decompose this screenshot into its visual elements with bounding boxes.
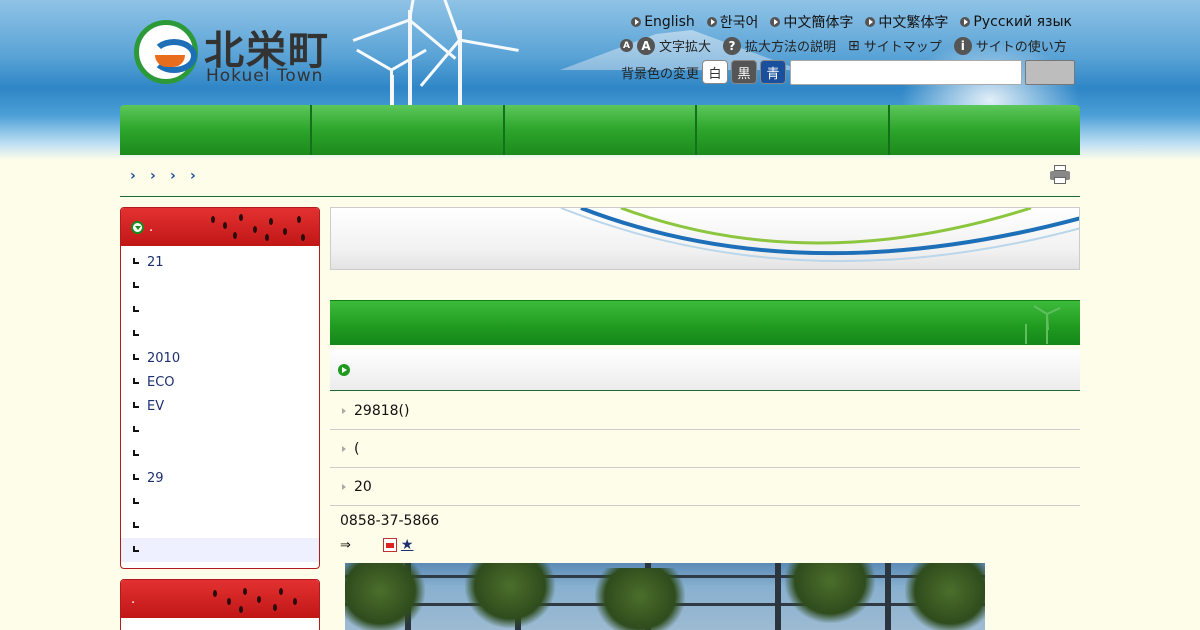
site-logo[interactable]: 北栄町 Hokuei Town (132, 18, 332, 88)
arrow-circle-icon (338, 364, 350, 376)
arrow-circle-icon (706, 17, 717, 27)
bullet-icon (133, 354, 139, 360)
bullet-icon (133, 474, 139, 480)
breadcrumb-item[interactable]: › (170, 168, 180, 184)
logo-english: Hokuei Town (206, 66, 324, 86)
bullet-icon (133, 330, 139, 336)
bullet-icon (133, 522, 139, 528)
search-button[interactable] (1025, 60, 1075, 85)
bg-black-button[interactable]: 黒 (731, 60, 758, 84)
nav-item[interactable] (120, 105, 313, 155)
print-icon[interactable] (1050, 165, 1070, 185)
greenhouse-photo (345, 563, 985, 630)
document-link-row: ⇒ ★ (340, 537, 413, 553)
divider (120, 196, 1080, 197)
sidebar-item[interactable]: EV (121, 394, 319, 418)
watermelon-seeds-decoration (209, 212, 309, 242)
sidebar-title: . (149, 220, 154, 235)
text-size-button[interactable]: A A 文字拡大 (620, 36, 711, 55)
chevron-down-icon (131, 221, 144, 234)
global-nav (120, 105, 1080, 155)
town-emblem-icon (134, 20, 198, 84)
sidebar-item[interactable]: 21 (121, 250, 319, 274)
page-title-bar (330, 300, 1080, 345)
sidebar-item[interactable] (121, 322, 319, 346)
sidebar-menu: . 21 2010 ECO EV 29 (120, 207, 320, 569)
sidebar-item[interactable] (121, 274, 319, 298)
how-to-use-link[interactable]: i サイトの使い方 (953, 36, 1067, 55)
large-a-icon: A (637, 36, 655, 55)
sidebar-item-active[interactable] (121, 538, 319, 562)
language-links: English 한국어 中文簡体字 中文繁体字 Русский язык (631, 12, 1072, 32)
nav-item[interactable] (505, 105, 698, 155)
arrow-circle-icon (770, 17, 781, 27)
document-link[interactable]: ★ (401, 537, 414, 553)
section-heading (330, 349, 1080, 391)
triangle-icon (342, 407, 346, 414)
bullet-icon (133, 378, 139, 384)
sidebar-item[interactable] (121, 418, 319, 442)
sitemap-icon: ⊞ (848, 37, 860, 54)
background-label: 背景色の変更 (621, 66, 700, 82)
bullet-icon (133, 450, 139, 456)
sidebar-item[interactable]: 29 (121, 466, 319, 490)
phone-number: 0858-37-5866 (340, 513, 440, 529)
triangle-icon (342, 445, 346, 452)
arrow-circle-icon (960, 17, 971, 27)
lang-russian[interactable]: Русский язык (960, 12, 1072, 32)
search-input[interactable] (790, 60, 1022, 85)
lang-korean[interactable]: 한국어 (706, 12, 758, 32)
sidebar-item[interactable] (121, 514, 319, 538)
bullet-icon (133, 258, 139, 264)
bullet-icon (133, 426, 139, 432)
sidebar-item[interactable]: 2010 (121, 346, 319, 370)
breadcrumb-item[interactable]: › (190, 168, 200, 184)
nav-item[interactable] (697, 105, 890, 155)
sidebar-list: 21 2010 ECO EV 29 (121, 246, 319, 566)
pdf-icon (382, 538, 397, 552)
news-item[interactable]: 29818() (330, 392, 1080, 430)
bg-blue-button[interactable]: 青 (760, 60, 787, 84)
small-a-icon: A (620, 39, 633, 52)
news-item[interactable]: 20 (330, 468, 1080, 506)
sitemap-link[interactable]: ⊞ サイトマップ (848, 36, 942, 56)
page-banner (330, 207, 1080, 270)
info-icon: i (953, 36, 972, 55)
how-to-enlarge-link[interactable]: ? 拡大方法の説明 (723, 36, 836, 55)
sidebar-item[interactable]: ECO (121, 370, 319, 394)
arrow-circle-icon (631, 17, 642, 27)
lang-chinese-traditional[interactable]: 中文繁体字 (865, 12, 948, 32)
triangle-icon (342, 483, 346, 490)
lang-chinese-simplified[interactable]: 中文簡体字 (770, 12, 853, 32)
arrow-text: ⇒ (340, 537, 351, 553)
lang-english[interactable]: English (631, 12, 695, 32)
bullet-icon (133, 402, 139, 408)
wind-turbine-icon (1025, 305, 1061, 344)
sidebar-item[interactable] (121, 490, 319, 514)
bullet-icon (133, 498, 139, 504)
sidebar-menu-2: . (120, 579, 320, 630)
bg-white-button[interactable]: 白 (702, 60, 729, 84)
sidebar-header: . (121, 580, 319, 618)
accessibility-tools: A A 文字拡大 ? 拡大方法の説明 ⊞ サイトマップ i サイトの使い方 (620, 36, 1067, 55)
bullet-icon (133, 282, 139, 288)
nav-item[interactable] (890, 105, 1080, 155)
news-item[interactable]: ( (330, 430, 1080, 468)
breadcrumb-item[interactable]: › (150, 168, 160, 184)
background-color-switcher: 背景色の変更 白 黒 青 (621, 60, 787, 84)
banner-swoosh (560, 208, 1079, 263)
breadcrumb-item[interactable]: › (130, 168, 140, 184)
sidebar-item[interactable] (121, 442, 319, 466)
bullet-icon (133, 306, 139, 312)
question-icon: ? (723, 36, 742, 55)
breadcrumb: › › › › (130, 168, 200, 184)
bullet-icon (133, 546, 139, 552)
arrow-circle-icon (865, 17, 876, 27)
sidebar-title: . (131, 592, 136, 607)
watermelon-seeds-decoration (209, 584, 309, 614)
nav-item[interactable] (312, 105, 505, 155)
sidebar-item[interactable] (121, 298, 319, 322)
sidebar-header: . (121, 208, 319, 246)
